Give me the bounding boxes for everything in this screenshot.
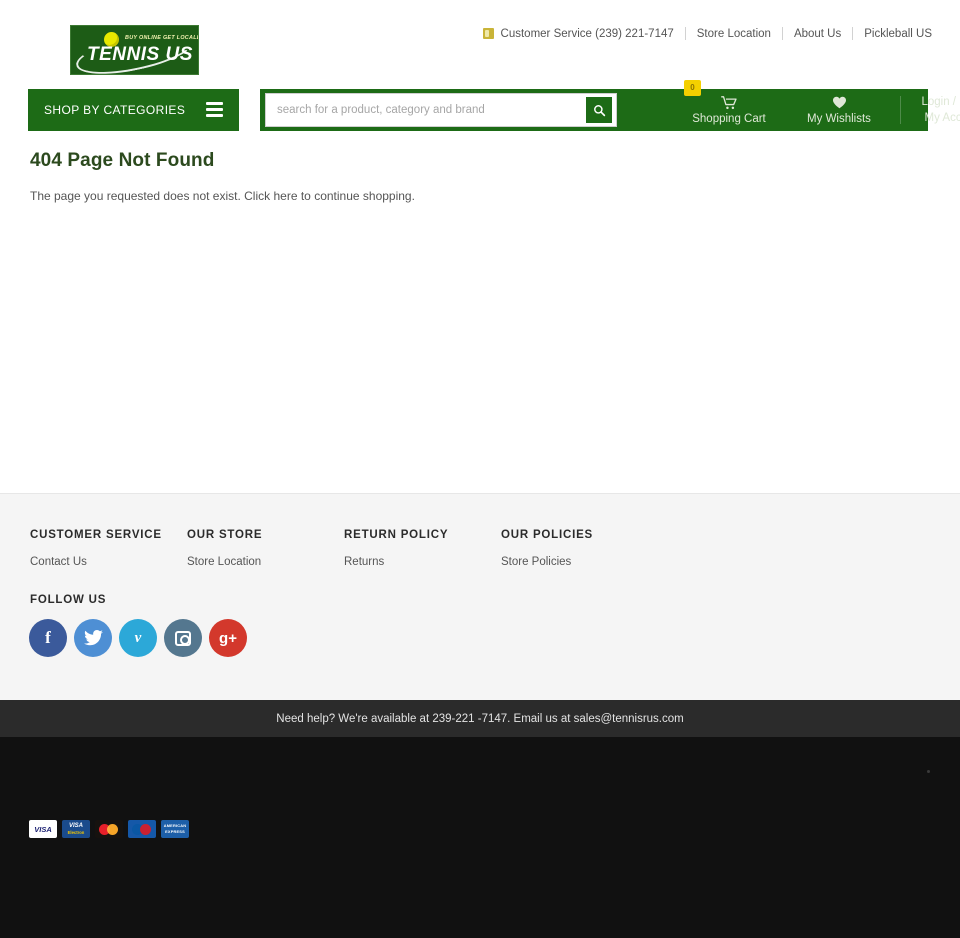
shop-by-categories-button[interactable]: SHOP BY CATEGORIES <box>28 89 239 131</box>
footer-heading: OUR STORE <box>187 529 263 541</box>
top-link-customer-service[interactable]: Customer Service (239) 221-7147 <box>501 28 674 40</box>
nav-green-strip: Shopping Cart My Wishlists Login / Regis… <box>260 89 960 131</box>
vimeo-glyph: v <box>134 629 142 646</box>
top-link-divider <box>781 27 783 40</box>
facebook-glyph: f <box>45 628 51 647</box>
footer-column-return-policy: RETURN POLICY Returns <box>344 529 501 568</box>
instagram-camera-shape <box>175 630 191 646</box>
footer-heading: CUSTOMER SERVICE <box>30 529 162 541</box>
shop-by-categories-label: SHOP BY CATEGORIES <box>44 103 186 117</box>
login-register-link[interactable]: Login / Register <box>921 94 960 110</box>
search-button[interactable] <box>586 97 612 123</box>
help-text: Need help? We're available at 239-221 -7… <box>276 712 684 725</box>
footer-link-store-policies[interactable]: Store Policies <box>501 556 658 568</box>
logo-wordmark: TENNIS US <box>87 44 193 66</box>
maestro-icon <box>128 820 156 838</box>
twitter-icon[interactable] <box>74 619 112 657</box>
googleplus-glyph: g+ <box>219 629 237 647</box>
googleplus-icon[interactable]: g+ <box>209 619 247 657</box>
continue-shopping-link[interactable]: here <box>273 189 297 203</box>
footer-light-section: CUSTOMER SERVICE Contact Us OUR STORE St… <box>0 493 960 700</box>
social-links: f v g+ <box>29 619 247 657</box>
my-wishlists-label: My Wishlists <box>807 112 871 125</box>
visa-electron-line2: Electron <box>67 829 85 835</box>
top-link-store-location[interactable]: Store Location <box>697 28 771 40</box>
logo-word-tennis: TENNIS <box>87 44 160 65</box>
vimeo-icon[interactable]: v <box>119 619 157 657</box>
site-logo[interactable]: BUY ONLINE GET LOCALLY TENNIS US <box>70 25 199 75</box>
footer-link-contact-us[interactable]: Contact Us <box>30 556 187 568</box>
page-root: BUY ONLINE GET LOCALLY TENNIS US Custome… <box>0 0 960 938</box>
facebook-icon[interactable]: f <box>29 619 67 657</box>
top-link-about-us[interactable]: About Us <box>794 28 841 40</box>
nav-divider <box>900 96 901 124</box>
footer-column-our-policies: OUR POLICIES Store Policies <box>501 529 658 568</box>
footer-column-our-store: OUR STORE Store Location <box>187 529 344 568</box>
visa-electron-line1: VISA <box>68 822 83 829</box>
decorative-dot <box>927 770 930 773</box>
footer-column-customer-service: CUSTOMER SERVICE Contact Us <box>30 529 187 568</box>
top-links: Customer Service (239) 221-7147 Store Lo… <box>482 27 932 40</box>
my-account-link[interactable]: My Account <box>925 110 960 126</box>
search-bar <box>265 93 617 127</box>
payment-methods: VISA VISA Electron AMERICAN EXPRESS <box>29 820 189 838</box>
follow-us-heading: FOLLOW US <box>30 594 107 606</box>
heart-icon <box>832 96 847 110</box>
help-bar: Need help? We're available at 239-221 -7… <box>0 700 960 737</box>
visa-icon: VISA <box>29 820 57 838</box>
description-text-before: The page you requested does not exist. C… <box>30 189 274 203</box>
visa-label: VISA <box>34 824 52 834</box>
visa-electron-icon: VISA Electron <box>62 820 90 838</box>
top-link-divider <box>852 27 854 40</box>
top-link-divider <box>684 27 686 40</box>
search-icon <box>593 104 605 116</box>
footer-heading: OUR POLICIES <box>501 529 594 541</box>
main-navbar: SHOP BY CATEGORIES search for a product,… <box>28 89 960 131</box>
instagram-icon[interactable] <box>164 619 202 657</box>
cart-icon <box>721 95 737 110</box>
footer-heading: RETURN POLICY <box>344 529 449 541</box>
mastercard-icon <box>95 820 123 838</box>
account-section: Login / Register My Account <box>907 89 960 131</box>
description-text-after: to continue shopping. <box>297 189 415 203</box>
page-title: 404 Page Not Found <box>30 150 215 171</box>
top-bar: BUY ONLINE GET LOCALLY TENNIS US Custome… <box>0 0 960 75</box>
my-wishlists-button[interactable]: My Wishlists <box>784 89 894 131</box>
footer-link-store-location[interactable]: Store Location <box>187 556 344 568</box>
page-description: The page you requested does not exist. C… <box>30 189 930 203</box>
logo-word-us: US <box>165 44 193 65</box>
phone-icon <box>482 28 494 39</box>
search-input[interactable] <box>266 95 586 125</box>
footer-link-returns[interactable]: Returns <box>344 556 501 568</box>
hamburger-icon[interactable] <box>206 102 223 117</box>
cart-count-badge: 0 <box>684 80 701 96</box>
footer-columns: CUSTOMER SERVICE Contact Us OUR STORE St… <box>30 529 930 568</box>
mastercard-circle-right <box>107 823 118 835</box>
maestro-circle-right <box>140 823 151 835</box>
top-link-pickleball-us[interactable]: Pickleball US <box>864 28 932 40</box>
amex-line2: EXPRESS <box>165 829 185 834</box>
bottom-dark-section: VISA VISA Electron AMERICAN EXPRESS <box>0 737 960 938</box>
shopping-cart-label: Shopping Cart <box>692 112 766 125</box>
main-content: 404 Page Not Found The page you requeste… <box>30 150 930 203</box>
amex-icon: AMERICAN EXPRESS <box>161 820 189 838</box>
my-account-row[interactable]: My Account <box>925 110 960 126</box>
logo-tagline: BUY ONLINE GET LOCALLY <box>125 35 199 41</box>
